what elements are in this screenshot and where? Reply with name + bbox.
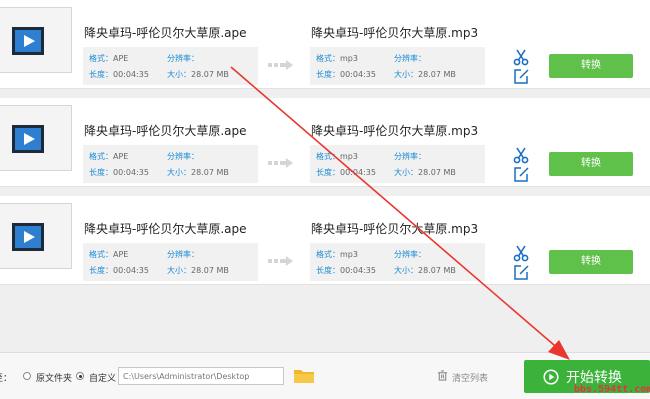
duration-label: 长度： xyxy=(89,266,113,275)
size-value: 28.07 MB xyxy=(418,70,456,79)
duration-value: 00:04:35 xyxy=(340,266,376,275)
radio-original-label[interactable]: 原文件夹 xyxy=(36,371,72,384)
scissors-icon[interactable] xyxy=(512,244,530,262)
format-value: mp3 xyxy=(340,54,358,63)
format-value: mp3 xyxy=(340,250,358,259)
radio-original-folder[interactable] xyxy=(23,372,31,380)
triple-arrow-icon xyxy=(268,158,293,168)
film-icon xyxy=(12,125,44,153)
duration-label: 长度： xyxy=(316,168,340,177)
duration-label: 长度： xyxy=(89,168,113,177)
size-label: 大小： xyxy=(167,70,191,79)
edit-icon[interactable] xyxy=(512,263,530,281)
source-info: 格式：APE 分辨率： 长度：00:04:35 大小：28.07 MB xyxy=(83,47,258,85)
format-label: 格式： xyxy=(316,152,340,161)
output-file-name: 降央卓玛-呼伦贝尔大草原.mp3 xyxy=(311,26,479,40)
size-value: 28.07 MB xyxy=(191,168,229,177)
resolution-label: 分辨率： xyxy=(394,250,426,259)
convert-button[interactable]: 转换 xyxy=(549,54,633,78)
source-file-name: 降央卓玛-呼伦贝尔大草原.ape xyxy=(84,124,247,138)
convert-button[interactable]: 转换 xyxy=(549,250,633,274)
radio-custom-folder[interactable] xyxy=(76,372,84,380)
format-label: 格式： xyxy=(89,152,113,161)
edit-icon[interactable] xyxy=(512,165,530,183)
output-path-input[interactable] xyxy=(118,367,284,385)
output-file-name: 降央卓玛-呼伦贝尔大草原.mp3 xyxy=(311,124,479,138)
radio-custom-label[interactable]: 自定义 xyxy=(89,371,116,384)
duration-label: 长度： xyxy=(316,266,340,275)
file-list: 降央卓玛-呼伦贝尔大草原.ape 格式：APE 分辨率： 长度：00:04:35… xyxy=(0,0,650,352)
thumbnail xyxy=(0,105,72,171)
source-file-name: 降央卓玛-呼伦贝尔大草原.ape xyxy=(84,222,247,236)
output-file-name: 降央卓玛-呼伦贝尔大草原.mp3 xyxy=(311,222,479,236)
size-label: 大小： xyxy=(167,168,191,177)
size-value: 28.07 MB xyxy=(191,266,229,275)
trash-icon[interactable] xyxy=(437,370,448,381)
resolution-label: 分辨率： xyxy=(167,250,199,259)
size-value: 28.07 MB xyxy=(418,168,456,177)
play-circle-icon xyxy=(543,369,559,385)
duration-value: 00:04:35 xyxy=(113,168,149,177)
duration-value: 00:04:35 xyxy=(113,70,149,79)
size-label: 大小： xyxy=(394,70,418,79)
format-value: mp3 xyxy=(340,152,358,161)
output-info: 格式：mp3 分辨率： 长度：00:04:35 大小：28.07 MB xyxy=(310,145,485,183)
size-label: 大小： xyxy=(394,168,418,177)
format-value: APE xyxy=(113,250,129,259)
output-info: 格式：mp3 分辨率： 长度：00:04:35 大小：28.07 MB xyxy=(310,243,485,281)
output-dir-label: 至： xyxy=(0,374,13,384)
edit-icon[interactable] xyxy=(512,67,530,85)
format-label: 格式： xyxy=(316,250,340,259)
duration-value: 00:04:35 xyxy=(340,168,376,177)
source-info: 格式：APE 分辨率： 长度：00:04:35 大小：28.07 MB xyxy=(83,145,258,183)
watermark-text: bbs.594tt.com xyxy=(574,384,650,395)
resolution-label: 分辨率： xyxy=(167,54,199,63)
duration-value: 00:04:35 xyxy=(340,70,376,79)
folder-icon[interactable] xyxy=(293,367,315,385)
file-row: 降央卓玛-呼伦贝尔大草原.ape 格式：APE 分辨率： 长度：00:04:35… xyxy=(0,0,650,89)
resolution-label: 分辨率： xyxy=(394,54,426,63)
film-icon xyxy=(12,27,44,55)
output-info: 格式：mp3 分辨率： 长度：00:04:35 大小：28.07 MB xyxy=(310,47,485,85)
format-value: APE xyxy=(113,152,129,161)
scissors-icon[interactable] xyxy=(512,146,530,164)
thumbnail xyxy=(0,203,72,269)
format-label: 格式： xyxy=(89,54,113,63)
size-label: 大小： xyxy=(394,266,418,275)
convert-button[interactable]: 转换 xyxy=(549,152,633,176)
file-row: 降央卓玛-呼伦贝尔大草原.ape 格式：APE 分辨率： 长度：00:04:35… xyxy=(0,196,650,285)
format-label: 格式： xyxy=(89,250,113,259)
format-label: 格式： xyxy=(316,54,340,63)
source-info: 格式：APE 分辨率： 长度：00:04:35 大小：28.07 MB xyxy=(83,243,258,281)
size-label: 大小： xyxy=(167,266,191,275)
triple-arrow-icon xyxy=(268,60,293,70)
film-icon xyxy=(12,223,44,251)
duration-value: 00:04:35 xyxy=(113,266,149,275)
duration-label: 长度： xyxy=(316,70,340,79)
clear-list-button[interactable]: 清空列表 xyxy=(452,371,488,384)
size-value: 28.07 MB xyxy=(191,70,229,79)
file-row: 降央卓玛-呼伦贝尔大草原.ape 格式：APE 分辨率： 长度：00:04:35… xyxy=(0,98,650,187)
footer-bar: 至： 原文件夹 自定义 清空列表 开始转换 xyxy=(0,352,650,399)
scissors-icon[interactable] xyxy=(512,48,530,66)
source-file-name: 降央卓玛-呼伦贝尔大草原.ape xyxy=(84,26,247,40)
resolution-label: 分辨率： xyxy=(394,152,426,161)
size-value: 28.07 MB xyxy=(418,266,456,275)
duration-label: 长度： xyxy=(89,70,113,79)
format-value: APE xyxy=(113,54,129,63)
triple-arrow-icon xyxy=(268,256,293,266)
resolution-label: 分辨率： xyxy=(167,152,199,161)
thumbnail xyxy=(0,7,72,73)
